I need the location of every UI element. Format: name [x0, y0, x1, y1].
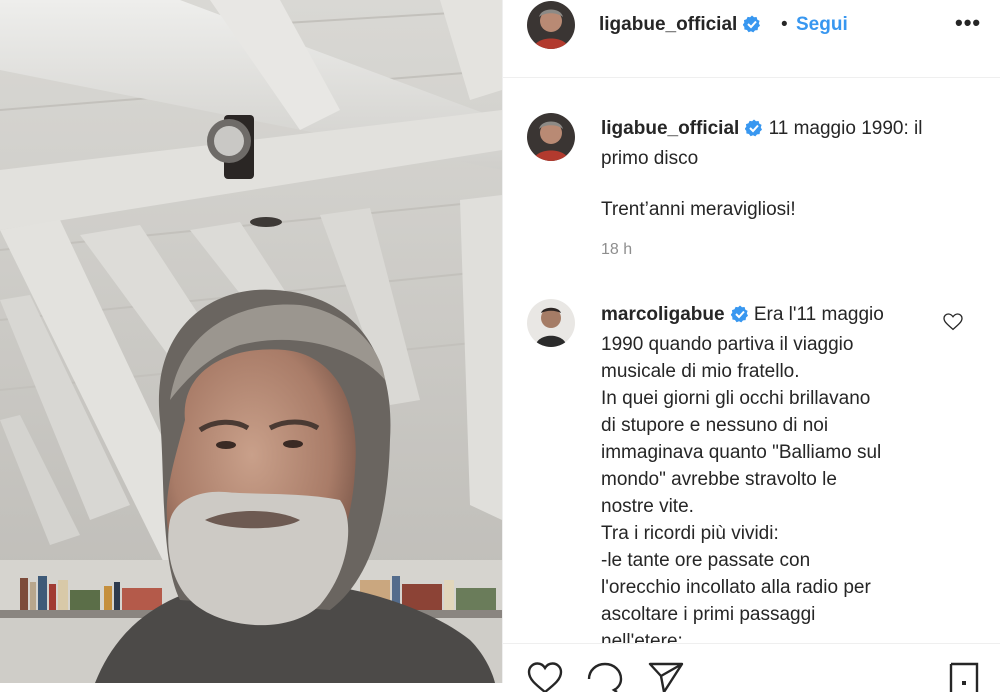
post-video-frame: [0, 0, 502, 683]
comment-line: Tra i ricordi più vividi:: [601, 523, 779, 544]
comment-line: l'orecchio incollato alla radio per: [601, 577, 871, 598]
comment-line: 1990 quando partiva il viaggio: [601, 334, 854, 355]
comment-line: musicale di mio fratello.: [601, 361, 800, 382]
post-sidebar: ligabue_official • Segui ••• ligabue_off…: [502, 0, 1000, 694]
verified-badge-icon: [743, 15, 761, 39]
comment-line: In quei giorni gli occhi brillavano: [601, 388, 871, 409]
comment-icon[interactable]: [587, 662, 623, 697]
more-options-icon[interactable]: •••: [955, 10, 981, 36]
follow-button[interactable]: Segui: [796, 14, 848, 36]
comments-area[interactable]: ligabue_official 11 maggio 1990: il prim…: [503, 78, 1000, 643]
post-timestamp[interactable]: 18 h: [601, 241, 632, 259]
verified-badge-icon: [745, 118, 763, 145]
caption-avatar[interactable]: [527, 113, 575, 161]
paper-plane-icon[interactable]: [648, 662, 684, 697]
verified-badge-icon: [730, 304, 749, 331]
caption-text: ligabue_official 11 maggio 1990: il prim…: [601, 115, 971, 172]
post-header: ligabue_official • Segui •••: [503, 0, 1000, 78]
comment-like-heart-icon[interactable]: [943, 313, 963, 336]
comment-username[interactable]: marcoligabue: [601, 304, 725, 325]
comment-line: immaginava quanto "Balliamo sul: [601, 442, 882, 463]
comment-line: nostre vite.: [601, 496, 694, 517]
heart-icon[interactable]: [527, 662, 563, 697]
comment-text: marcoligabue Era l'11 maggio 1990 quando…: [601, 301, 931, 643]
caption-extra-line: Trent’anni meravigliosi!: [601, 199, 796, 220]
comment-line: di stupore e nessuno di noi: [601, 415, 829, 436]
comment-line: Era l'11 maggio: [753, 304, 884, 325]
comment-line: -le tante ore passate con: [601, 550, 811, 571]
caption-username[interactable]: ligabue_official: [601, 118, 739, 139]
post-media[interactable]: [0, 0, 502, 683]
separator-dot: •: [781, 14, 788, 35]
comment-line: ascoltare i primi passaggi: [601, 604, 816, 625]
post-actions-bar: [503, 643, 1000, 694]
bookmark-icon[interactable]: [949, 662, 979, 697]
commenter-avatar[interactable]: [527, 299, 575, 347]
author-avatar[interactable]: [527, 1, 575, 49]
author-username[interactable]: ligabue_official: [599, 14, 761, 39]
comment-first-line: marcoligabue Era l'11 maggio: [601, 301, 931, 331]
comment-line: mondo" avrebbe stravolto le: [601, 469, 837, 490]
comment-line: nell'etere:: [601, 631, 683, 643]
